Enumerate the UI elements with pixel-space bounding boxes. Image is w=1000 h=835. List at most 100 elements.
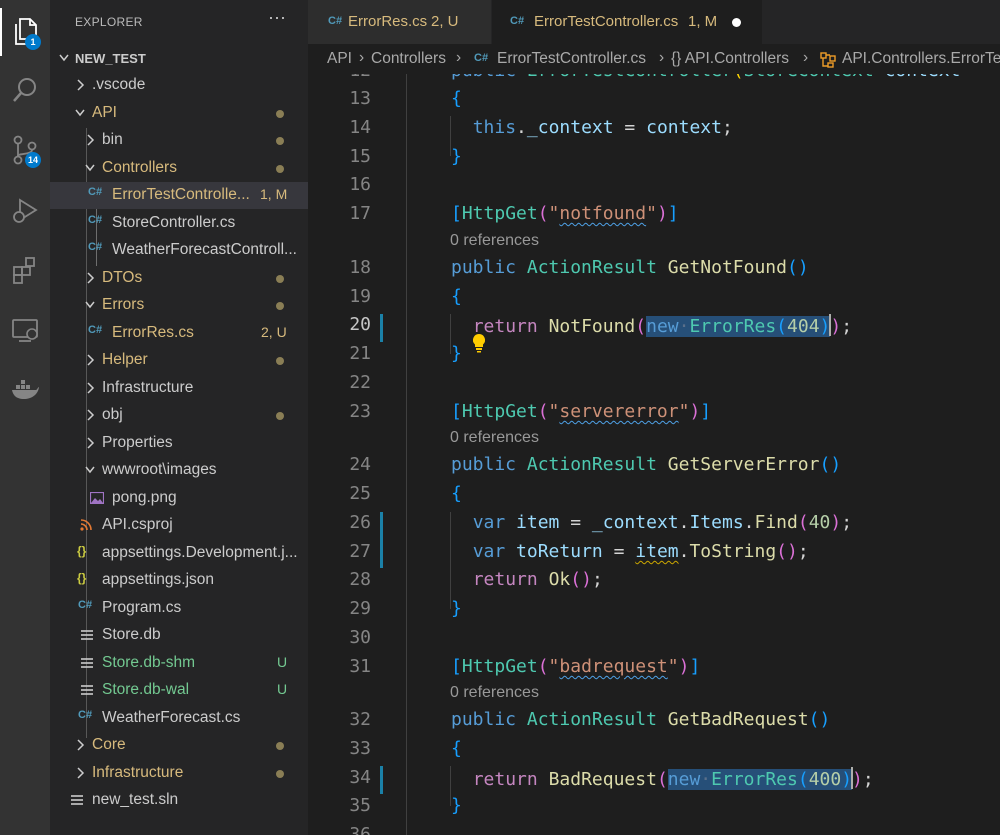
tree-item-api-csproj[interactable]: API.csproj: [50, 512, 308, 539]
breadcrumb: API › Controllers › C# ErrorTestControll…: [308, 44, 1000, 74]
tree-item-bin[interactable]: bin: [50, 127, 308, 154]
line-number: 36: [349, 824, 371, 835]
tree-item-store-db[interactable]: Store.db: [50, 622, 308, 649]
tree-item-store-db-wal[interactable]: Store.db-wal U: [50, 677, 308, 704]
code-line: 30: [308, 624, 1000, 653]
tree-item-vscode[interactable]: .vscode: [50, 72, 308, 99]
code-line: 13 {: [308, 85, 1000, 114]
tree-item-pong-png[interactable]: pong.png: [50, 485, 308, 512]
tree-item-status: 2, U: [261, 324, 287, 340]
code-line: 25 {: [308, 480, 1000, 509]
rss-file-icon: [80, 519, 92, 531]
tree-item-errorres[interactable]: C# ErrorRes.cs 2, U: [50, 320, 308, 347]
breadcrumb-item[interactable]: API: [327, 50, 352, 68]
tree-item-appsettings[interactable]: {} appsettings.json: [50, 567, 308, 594]
line-number: 16: [349, 174, 371, 195]
modified-dot: [276, 302, 284, 310]
text-file-icon: [81, 658, 93, 668]
tree-item-controllers[interactable]: Controllers: [50, 155, 308, 182]
tree-item-dtos[interactable]: DTOs: [50, 265, 308, 292]
line-number: 28: [349, 569, 371, 590]
code-line: 29 }: [308, 595, 1000, 624]
breadcrumb-item[interactable]: Controllers: [371, 50, 446, 68]
sidebar-header: EXPLORER ···: [50, 0, 308, 44]
breadcrumb-item[interactable]: API.Controllers.ErrorTe: [842, 50, 1000, 68]
more-actions-icon[interactable]: ···: [268, 7, 286, 28]
tree-item-helper[interactable]: Helper: [50, 347, 308, 374]
tree-item-errortestcontroller[interactable]: C# ErrorTestControlle... 1, M: [50, 182, 308, 209]
tree-item-label: ErrorRes.cs: [112, 324, 194, 341]
csharp-file-icon: C#: [88, 186, 103, 198]
json-file-icon: {}: [77, 544, 87, 558]
tree-item-label: Controllers: [102, 159, 177, 176]
tree-item-wwwroot-images[interactable]: wwwroot\images: [50, 457, 308, 484]
tree-item-infrastructure-folder[interactable]: Infrastructure: [50, 375, 308, 402]
docker-icon[interactable]: [0, 366, 50, 414]
source-control-icon[interactable]: 14: [0, 126, 50, 174]
tree-item-infrastructure-project[interactable]: Infrastructure: [50, 760, 308, 787]
code-line: 28 return Ok();: [308, 566, 1000, 595]
tree-item-core[interactable]: Core: [50, 732, 308, 759]
tree-item-label: ErrorTestControlle...: [112, 186, 250, 203]
csharp-file-icon: C#: [88, 214, 103, 226]
codelens-references[interactable]: 0 references: [450, 429, 539, 447]
tree-item-new-test[interactable]: NEW_TEST: [50, 45, 308, 72]
code-line: 27 var toReturn = item.ToString();: [308, 538, 1000, 567]
tree-item-obj[interactable]: obj: [50, 402, 308, 429]
tab-errorres[interactable]: C# ErrorRes.cs 2, U: [308, 0, 491, 44]
tree-item-properties[interactable]: Properties: [50, 430, 308, 457]
tree-item-api[interactable]: API: [50, 100, 308, 127]
tree-item-storecontroller[interactable]: C# StoreController.cs: [50, 210, 308, 237]
tab-label: ErrorRes.cs: [348, 13, 428, 30]
text-file-icon: [81, 630, 93, 640]
tree-item-status: U: [277, 681, 288, 697]
code-editor[interactable]: 12 public ErrorTestController(StoreConte…: [308, 74, 1000, 835]
code-line: 33 {: [308, 735, 1000, 764]
tree-item-new-test-sln[interactable]: new_test.sln: [50, 787, 308, 814]
run-debug-icon[interactable]: [0, 186, 50, 234]
tree-item-errors[interactable]: Errors: [50, 292, 308, 319]
code-line: 23 [HttpGet("servererror")]: [308, 398, 1000, 427]
activity-bar: 1 14: [0, 0, 50, 835]
tree-item-weatherforecastcontroller[interactable]: C# WeatherForecastControll...: [50, 237, 308, 264]
explorer-icon[interactable]: 1: [0, 8, 50, 56]
search-icon[interactable]: [0, 66, 50, 114]
unsaved-dot-icon[interactable]: [732, 18, 741, 27]
breadcrumb-item[interactable]: ErrorTestController.cs: [497, 50, 646, 68]
tab-errortestcontroller[interactable]: C# ErrorTestController.cs 1, M: [492, 0, 762, 44]
csharp-file-icon: C#: [88, 324, 103, 336]
line-number: 21: [349, 343, 371, 364]
tree-item-label: Errors: [102, 296, 145, 313]
explorer-badge: 1: [25, 34, 41, 50]
tree-item-store-db-shm[interactable]: Store.db-shm U: [50, 650, 308, 677]
codelens-references[interactable]: 0 references: [450, 232, 539, 250]
json-file-icon: {}: [77, 571, 87, 585]
modified-dot: [276, 357, 284, 365]
line-number: 12: [308, 74, 371, 81]
tree-item-label: new_test.sln: [92, 791, 179, 808]
code-line: 16: [308, 171, 1000, 200]
tree-item-label: appsettings.Development.j...: [102, 544, 298, 561]
tree-item-label: Core: [92, 736, 126, 753]
line-number: 27: [349, 541, 371, 562]
remote-explorer-icon[interactable]: [0, 306, 50, 354]
image-file-icon: [90, 492, 104, 504]
code-line: 19 {: [308, 283, 1000, 312]
tree-item-status: U: [277, 654, 288, 670]
code-line: 15 }: [308, 143, 1000, 172]
tree-item-program[interactable]: C# Program.cs: [50, 595, 308, 622]
tree-item-label: Helper: [102, 351, 148, 368]
tree-item-label: bin: [102, 131, 123, 148]
line-number: 35: [349, 795, 371, 816]
breadcrumb-item[interactable]: {} API.Controllers: [671, 50, 789, 68]
tree-item-weatherforecast[interactable]: C# WeatherForecast.cs: [50, 705, 308, 732]
chevron-right-icon: ›: [803, 49, 809, 66]
codelens-references[interactable]: 0 references: [450, 684, 539, 702]
tree-item-appsettings-development[interactable]: {} appsettings.Development.j...: [50, 540, 308, 567]
modified-dot: [276, 275, 284, 283]
extensions-icon[interactable]: [0, 246, 50, 294]
tree-item-label: wwwroot\images: [102, 461, 217, 478]
code-line: 24 public ActionResult GetServerError(): [308, 451, 1000, 480]
modified-dot: [276, 165, 284, 173]
tree-item-label: .vscode: [92, 76, 146, 93]
